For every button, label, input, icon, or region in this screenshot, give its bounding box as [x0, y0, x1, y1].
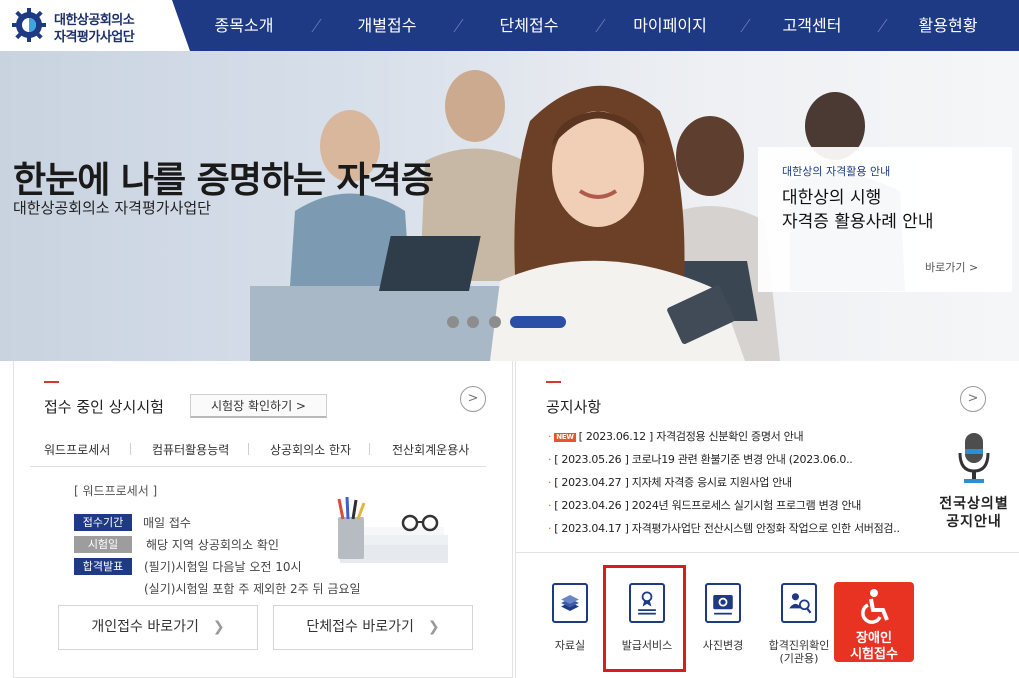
tab-divider	[248, 443, 249, 455]
microphone-icon	[958, 433, 990, 483]
quick-item-verify[interactable]: 합격진위확인 (기관용)	[767, 579, 829, 669]
chevron-right-icon: ❯	[427, 619, 440, 635]
notice-title: 2024년 워드프로세스 실기시험 프로그램 변경 안내	[631, 499, 862, 512]
notice-date: [ 2023.05.26 ]	[554, 453, 629, 466]
tab-hanja[interactable]: 상공회의소 한자	[270, 441, 351, 458]
top-header: 대한상공회의소 자격평가사업단 종목소개 개별접수 단체접수 마이페이지 고객센…	[0, 0, 1019, 51]
group-apply-button[interactable]: 단체접수 바로가기 ❯	[273, 605, 473, 650]
notice-title: 지자체 자격증 응시료 지원사업 안내	[631, 476, 792, 489]
hero-title: 한눈에 나를 증명하는 자격증	[13, 160, 434, 201]
application-period-text: 매일 접수	[143, 516, 191, 530]
badge-result-announce: 합격발표	[74, 558, 132, 575]
wheelchair-icon	[861, 589, 889, 624]
main-nav: 종목소개 개별접수 단체접수 마이페이지 고객센터 활용현황	[190, 0, 1019, 51]
nav-divider	[453, 19, 464, 32]
individual-apply-button[interactable]: 개인접수 바로가기 ❯	[58, 605, 258, 650]
nav-item-support[interactable]: 고객센터	[780, 0, 844, 51]
bullet-icon: ·	[548, 453, 552, 466]
nav-divider	[740, 19, 751, 32]
individual-apply-label: 개인접수 바로가기	[91, 619, 199, 635]
check-test-center-button[interactable]: 시험장 확인하기 >	[190, 394, 327, 418]
notice-item[interactable]: · NEW[ 2023.06.12 ] 자격검정용 신분확인 증명서 안내	[548, 428, 804, 444]
notice-panel: 공지사항 > · NEW[ 2023.06.12 ] 자격검정용 신분확인 증명서…	[515, 361, 1019, 553]
tab-accounting[interactable]: 전산회계운용사	[392, 441, 469, 458]
slider-dot-4-active[interactable]	[510, 316, 566, 328]
nav-item-intro[interactable]: 종목소개	[212, 0, 276, 51]
camera-icon	[705, 583, 741, 623]
nav-item-mypage[interactable]: 마이페이지	[630, 0, 710, 51]
notice-section-title: 공지사항	[546, 398, 602, 416]
slider-dot-3[interactable]	[489, 316, 501, 328]
logo-text-line2: 자격평가사업단	[54, 30, 135, 45]
promo-title-line1: 대한상의 시행	[782, 188, 882, 208]
bullet-icon: ·	[548, 476, 552, 489]
tab-divider	[130, 443, 131, 455]
notice-date: [ 2023.06.12 ]	[578, 430, 654, 443]
nav-item-individual[interactable]: 개별접수	[355, 0, 419, 51]
promo-title-line2: 자격증 활용사례 안내	[782, 212, 934, 232]
quick-label-verify: 합격진위확인 (기관용)	[768, 639, 830, 665]
disabled-label-line2: 시험접수	[850, 647, 898, 662]
notice-item[interactable]: ·[ 2023.05.26 ] 코로나19 관련 환불기준 변경 안내 (202…	[548, 451, 853, 467]
section-accent	[546, 381, 561, 383]
promo-more-link[interactable]: 바로가기 >	[925, 259, 978, 275]
notice-title: 자격평가사업단 전산시스템 안정화 작업으로 인한 서버점검..	[631, 522, 900, 535]
notice-date: [ 2023.04.17 ]	[554, 522, 629, 535]
logo-gear-icon	[12, 8, 46, 42]
logo[interactable]: 대한상공회의소 자격평가사업단	[0, 0, 190, 51]
hero-banner: 한눈에 나를 증명하는 자격증 대한상공회의소 자격평가사업단 대한상의 자격활…	[0, 51, 1019, 361]
tab-computer-skills[interactable]: 컴퓨터활용능력	[152, 441, 229, 458]
stack-icon	[552, 583, 588, 623]
exam-panel: 접수 중인 상시시험 시험장 확인하기 > > 워드프로세서 컴퓨터활용능력 상…	[13, 361, 513, 678]
nav-divider	[311, 19, 322, 32]
quick-label-photo-change: 사진변경	[702, 639, 744, 652]
regional-notice-link[interactable]: 전국상의별 공지안내	[934, 431, 1014, 541]
notice-date: [ 2023.04.26 ]	[554, 499, 629, 512]
quick-item-photo-change[interactable]: 사진변경	[691, 579, 751, 669]
pencil-cup-illustration	[337, 497, 448, 563]
notice-title: 코로나19 관련 환불기준 변경 안내 (2023.06.0..	[631, 453, 853, 466]
new-badge: NEW	[554, 433, 576, 442]
hero-subtitle: 대한상공회의소 자격평가사업단	[13, 199, 211, 217]
notice-more-button[interactable]: >	[960, 386, 986, 412]
tab-word-processor[interactable]: 워드프로세서	[44, 441, 110, 458]
slider-dot-1[interactable]	[447, 316, 459, 328]
disabled-applicant-button[interactable]: 장애인 시험접수	[834, 582, 914, 662]
badge-test-date: 시험일	[74, 536, 132, 553]
result-announce-text: (필기)시험일 다음날 오전 10시	[144, 560, 302, 574]
slider-dot-2[interactable]	[467, 316, 479, 328]
exam-section-title: 접수 중인 상시시험	[44, 398, 164, 416]
test-date-text: 해당 지역 상공회의소 확인	[146, 538, 279, 552]
badge-application-period: 접수기간	[74, 514, 132, 531]
exam-more-button[interactable]: >	[460, 386, 486, 412]
quick-menu: 자료실 발급서비스 사진변경 합격진위확인 (기관용)	[515, 553, 1019, 678]
section-accent	[44, 381, 59, 383]
notice-item[interactable]: ·[ 2023.04.17 ] 자격평가사업단 전산시스템 안정화 작업으로 인…	[548, 520, 900, 536]
bullet-icon: ·	[548, 522, 552, 535]
selected-exam-name: [ 워드프로세서 ]	[74, 484, 158, 498]
notice-item[interactable]: ·[ 2023.04.26 ] 2024년 워드프로세스 실기시험 프로그램 변…	[548, 497, 861, 513]
tab-divider	[369, 443, 370, 455]
notice-item[interactable]: ·[ 2023.04.27 ] 지자체 자격증 응시료 지원사업 안내	[548, 474, 792, 490]
bullet-icon: ·	[548, 430, 552, 443]
notice-title: 자격검정용 신분확인 증명서 안내	[656, 430, 804, 443]
quick-label-archive: 자료실	[554, 639, 586, 652]
regional-notice-line1: 전국상의별	[939, 496, 1009, 512]
quick-item-archive[interactable]: 자료실	[538, 579, 598, 669]
chevron-right-icon: ❯	[212, 619, 225, 635]
bullet-icon: ·	[548, 499, 552, 512]
nav-divider	[595, 19, 606, 32]
hero-promo-card[interactable]: 대한상의 자격활용 안내 대한상의 시행 자격증 활용사례 안내 바로가기 >	[758, 147, 1012, 292]
exam-tabs: 워드프로세서 컴퓨터활용능력 상공회의소 한자 전산회계운용사	[30, 441, 486, 467]
promo-kicker: 대한상의 자격활용 안내	[782, 165, 891, 178]
notice-date: [ 2023.04.27 ]	[554, 476, 629, 489]
result-announce-practical: (실기)시험일 포함 주 제외한 2주 뒤 금요일	[144, 582, 361, 596]
issuance-highlight-frame	[603, 565, 686, 672]
regional-notice-line2: 공지안내	[946, 514, 1002, 530]
nav-item-usage[interactable]: 활용현황	[916, 0, 980, 51]
verify-person-icon	[781, 583, 817, 623]
group-apply-label: 단체접수 바로가기	[306, 619, 414, 635]
nav-item-group[interactable]: 단체접수	[497, 0, 561, 51]
nav-divider	[877, 19, 888, 32]
